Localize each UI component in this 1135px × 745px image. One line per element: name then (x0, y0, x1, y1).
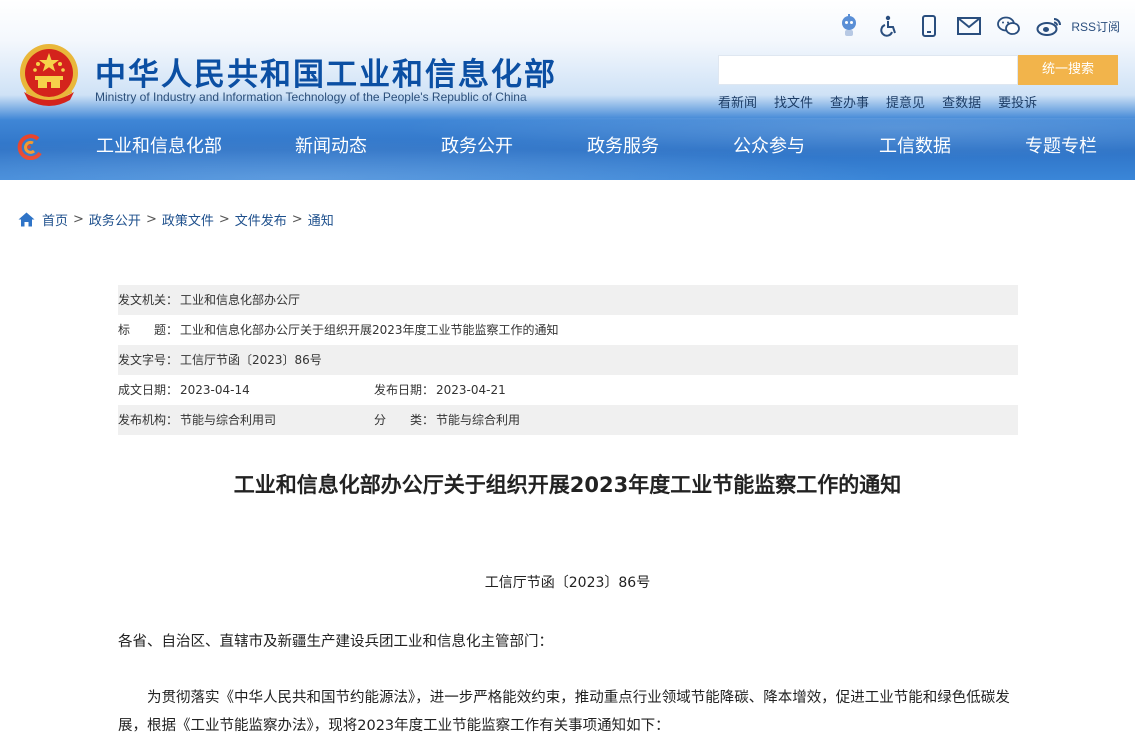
quick-link-feedback[interactable]: 提意见 (886, 92, 925, 111)
article-paragraph-text: 为贯彻落实《中华人民共和国节约能源法》，进一步严格能效约束，推动重点行业领域节能… (118, 690, 1010, 734)
main-nav: 工业和信息化部 新闻动态 政务公开 政务服务 公众参与 工信数据 专题专栏 (60, 126, 1135, 168)
home-icon[interactable] (18, 212, 35, 227)
breadcrumb-public-affairs[interactable]: 政务公开 (89, 210, 141, 229)
site-header: 中华人民共和国工业和信息化部 Ministry of Industry and … (0, 0, 1135, 180)
search-button[interactable]: 统一搜索 (1018, 55, 1118, 85)
title-value: 工业和信息化部办公厅关于组织开展2023年度工业节能监察工作的通知 (180, 323, 559, 337)
issuer-label: 发文机关： (118, 293, 179, 307)
document-metadata-table: 发文机关： 工业和信息化部办公厅 标 题： 工业和信息化部办公厅关于组织开展20… (118, 285, 1018, 435)
breadcrumb-home[interactable]: 首页 (42, 210, 68, 229)
weibo-icon[interactable] (1029, 12, 1069, 40)
published-date-value: 2023-04-21 (436, 383, 506, 397)
nav-item-public-affairs[interactable]: 政务公开 (441, 126, 513, 168)
wechat-icon[interactable] (989, 12, 1029, 40)
nav-item-topics[interactable]: 专题专栏 (1025, 126, 1097, 168)
nav-item-data[interactable]: 工信数据 (879, 126, 951, 168)
doc-number-value: 工信厅节函〔2023〕86号 (180, 353, 322, 367)
published-date-label: 发布日期： (374, 383, 435, 397)
meta-row-org: 发布机构： 节能与综合利用司 分 类： 节能与综合利用 (118, 405, 1018, 435)
created-date-value: 2023-04-14 (180, 383, 250, 397)
category-value: 节能与综合利用 (436, 413, 521, 427)
meta-row-doc-number: 发文字号： 工信厅节函〔2023〕86号 (118, 345, 1018, 375)
meta-row-issuer: 发文机关： 工业和信息化部办公厅 (118, 285, 1018, 315)
site-subtitle: Ministry of Industry and Information Tec… (95, 90, 527, 104)
article-salutation: 各省、自治区、直辖市及新疆生产建设兵团工业和信息化主管部门： (118, 634, 553, 650)
search-input[interactable] (718, 55, 1018, 85)
quick-links: 看新闻 找文件 查办事 提意见 查数据 要投诉 (718, 92, 1054, 111)
breadcrumb-separator: > (73, 212, 84, 227)
breadcrumb-notice[interactable]: 通知 (308, 210, 334, 229)
mobile-icon[interactable] (909, 12, 949, 40)
meta-row-dates: 成文日期： 2023-04-14 发布日期： 2023-04-21 (118, 375, 1018, 405)
quick-link-services[interactable]: 查办事 (830, 92, 869, 111)
breadcrumb-separator: > (291, 212, 303, 227)
quick-link-documents[interactable]: 找文件 (774, 92, 813, 111)
org-label: 发布机构： (118, 413, 179, 427)
category-label: 分 类： (374, 413, 435, 427)
meta-row-title: 标 题： 工业和信息化部办公厅关于组织开展2023年度工业节能监察工作的通知 (118, 315, 1018, 345)
article-title: 工业和信息化部办公厅关于组织开展2023年度工业节能监察工作的通知 (233, 473, 902, 497)
national-emblem-logo (20, 44, 78, 106)
breadcrumb-policy-documents[interactable]: 政策文件 (162, 210, 214, 229)
nav-item-news[interactable]: 新闻动态 (295, 126, 367, 168)
robot-assistant-icon[interactable] (829, 12, 869, 40)
nav-item-ministry[interactable]: 工业和信息化部 (96, 126, 222, 168)
top-toolbar: RSS订阅 (829, 12, 1120, 40)
created-date-label: 成文日期： (118, 383, 179, 397)
ministry-logo-icon[interactable] (16, 134, 44, 160)
site-title: 中华人民共和国工业和信息化部 (95, 57, 557, 93)
breadcrumb-separator: > (145, 212, 157, 227)
org-value: 节能与综合利用司 (180, 413, 277, 427)
doc-number-label: 发文字号： (118, 353, 179, 367)
article-doc-number: 工信厅节函〔2023〕86号 (484, 575, 651, 591)
quick-link-data[interactable]: 查数据 (942, 92, 981, 111)
nav-item-participation[interactable]: 公众参与 (733, 126, 805, 168)
quick-link-news[interactable]: 看新闻 (718, 92, 757, 111)
issuer-value: 工业和信息化部办公厅 (180, 293, 301, 307)
mail-icon[interactable] (949, 12, 989, 40)
breadcrumb-file-release[interactable]: 文件发布 (235, 210, 287, 229)
accessibility-icon[interactable] (869, 12, 909, 40)
breadcrumb-separator: > (218, 212, 230, 227)
title-label: 标 题： (118, 323, 179, 337)
rss-subscribe-link[interactable]: RSS订阅 (1071, 18, 1120, 35)
article-paragraph: 为贯彻落实《中华人民共和国节约能源法》，进一步严格能效约束，推动重点行业领域节能… (118, 684, 1023, 740)
breadcrumb: 首页 > 政务公开 > 政策文件 > 文件发布 > 通知 (18, 210, 334, 229)
nav-item-services[interactable]: 政务服务 (587, 126, 659, 168)
quick-link-complaint[interactable]: 要投诉 (998, 92, 1037, 111)
